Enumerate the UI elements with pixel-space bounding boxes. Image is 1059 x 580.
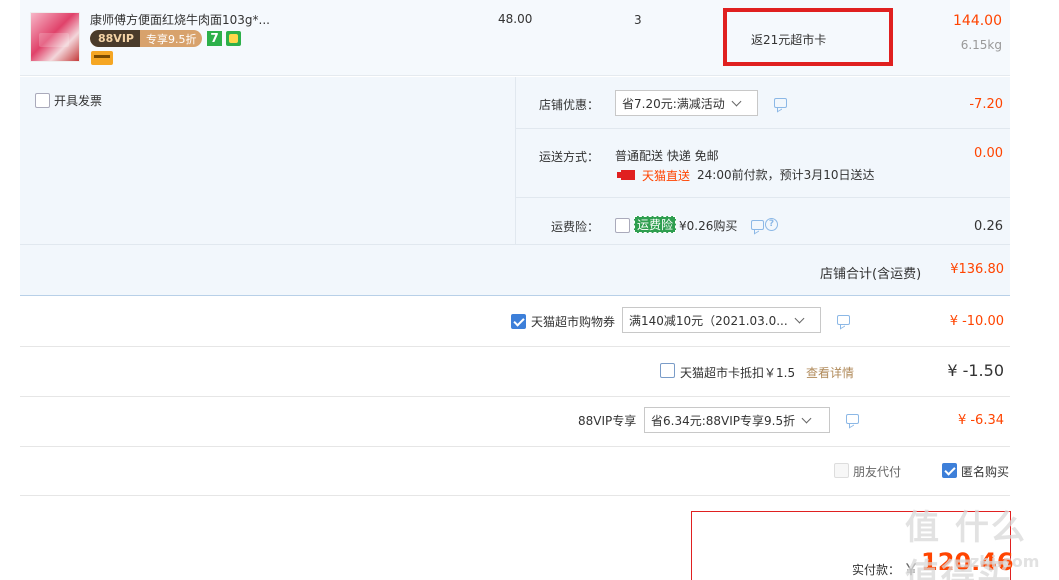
divider <box>20 495 1010 496</box>
anonymous-label: 匿名购买 <box>961 465 1010 479</box>
vip-promo-select[interactable]: 省6.34元:88VIP专享9.5折 <box>644 407 830 433</box>
voucher-select[interactable]: 满140减10元（2021.03.0... <box>622 307 821 333</box>
product-thumbnail[interactable] <box>30 12 80 62</box>
divider <box>516 197 1010 198</box>
chevron-down-icon <box>731 96 742 106</box>
insurance-label: 运费险： <box>551 220 600 234</box>
invoice-label: 开具发票 <box>54 94 103 108</box>
divider <box>20 446 1010 447</box>
shipping-label: 运送方式： <box>539 150 600 164</box>
card-deduct-amount: ¥ -1.50 <box>947 361 1004 380</box>
item-subtotal: 144.00 <box>953 13 1002 29</box>
vip-promo-amount: ¥ -6.34 <box>957 413 1004 428</box>
chat-icon[interactable] <box>751 220 764 230</box>
insurance-checkbox[interactable] <box>615 218 630 233</box>
chat-icon[interactable] <box>837 315 850 325</box>
help-icon[interactable]: ? <box>765 218 778 231</box>
shipping-brand: 天猫直送 <box>642 169 691 183</box>
friend-pay-checkbox[interactable] <box>834 463 849 478</box>
chat-icon[interactable] <box>774 98 787 108</box>
promo-amount: -7.20 <box>969 97 1003 112</box>
shipping-method: 普通配送 快递 免邮 <box>615 149 719 163</box>
vip-badge: 88VIP 专享9.5折 <box>90 30 202 47</box>
shop-total-amount: ¥136.80 <box>950 262 1004 277</box>
shipping-amount: 0.00 <box>974 146 1003 161</box>
card-deduct-checkbox[interactable] <box>660 363 675 378</box>
quantity: 3 <box>634 13 642 27</box>
divider <box>20 396 1010 397</box>
shop-total-label: 店铺合计(含运费) <box>820 267 922 282</box>
vip-label: 88VIP <box>90 30 140 47</box>
invoice-checkbox[interactable] <box>35 93 50 108</box>
seven-day-return-icon: 7 <box>207 31 222 46</box>
anonymous-checkbox[interactable] <box>942 463 957 478</box>
card-deduct-label: 天猫超市卡抵扣￥1.5 <box>680 366 796 380</box>
vip-discount: 专享9.5折 <box>145 32 197 46</box>
promo-select-value: 省7.20元:满减活动 <box>622 96 725 111</box>
insurance-amount: 0.26 <box>974 219 1003 234</box>
guarantee-icon <box>226 31 241 46</box>
card-icon <box>91 51 113 65</box>
insurance-tag: 运费险 <box>634 216 677 233</box>
card-detail-link[interactable]: 查看详情 <box>806 364 854 381</box>
watermark-url: zhi.com <box>970 552 1040 571</box>
payment-label: 实付款： <box>852 563 901 577</box>
item-weight: 6.15kg <box>960 38 1002 52</box>
tmall-logo-icon <box>617 170 635 180</box>
chevron-down-icon <box>794 313 805 323</box>
voucher-amount: ¥ -10.00 <box>949 314 1004 329</box>
divider <box>20 244 1010 245</box>
voucher-select-value: 满140减10元（2021.03.0... <box>629 313 788 328</box>
shipping-eta: 24:00前付款，预计3月10日送达 <box>697 168 875 182</box>
voucher-label: 天猫超市购物券 <box>531 315 616 329</box>
shop-promo-select[interactable]: 省7.20元:满减活动 <box>615 90 758 116</box>
product-name[interactable]: 康师傅方便面红烧牛肉面103g*... <box>90 11 270 28</box>
friend-pay-label: 朋友代付 <box>853 465 902 479</box>
divider <box>516 128 1010 129</box>
vip-promo-label: 88VIP专享 <box>578 414 637 428</box>
cashback-text: 返21元超市卡 <box>751 33 827 47</box>
divider <box>515 77 516 244</box>
divider <box>20 346 1010 347</box>
voucher-checkbox[interactable] <box>511 314 526 329</box>
promo-label: 店铺优惠： <box>539 98 600 112</box>
chat-icon[interactable] <box>846 414 859 424</box>
chevron-down-icon <box>801 413 812 423</box>
unit-price: 48.00 <box>498 12 533 26</box>
insurance-price: ¥0.26购买 <box>679 219 738 233</box>
vip-select-value: 省6.34元:88VIP专享9.5折 <box>651 413 796 428</box>
